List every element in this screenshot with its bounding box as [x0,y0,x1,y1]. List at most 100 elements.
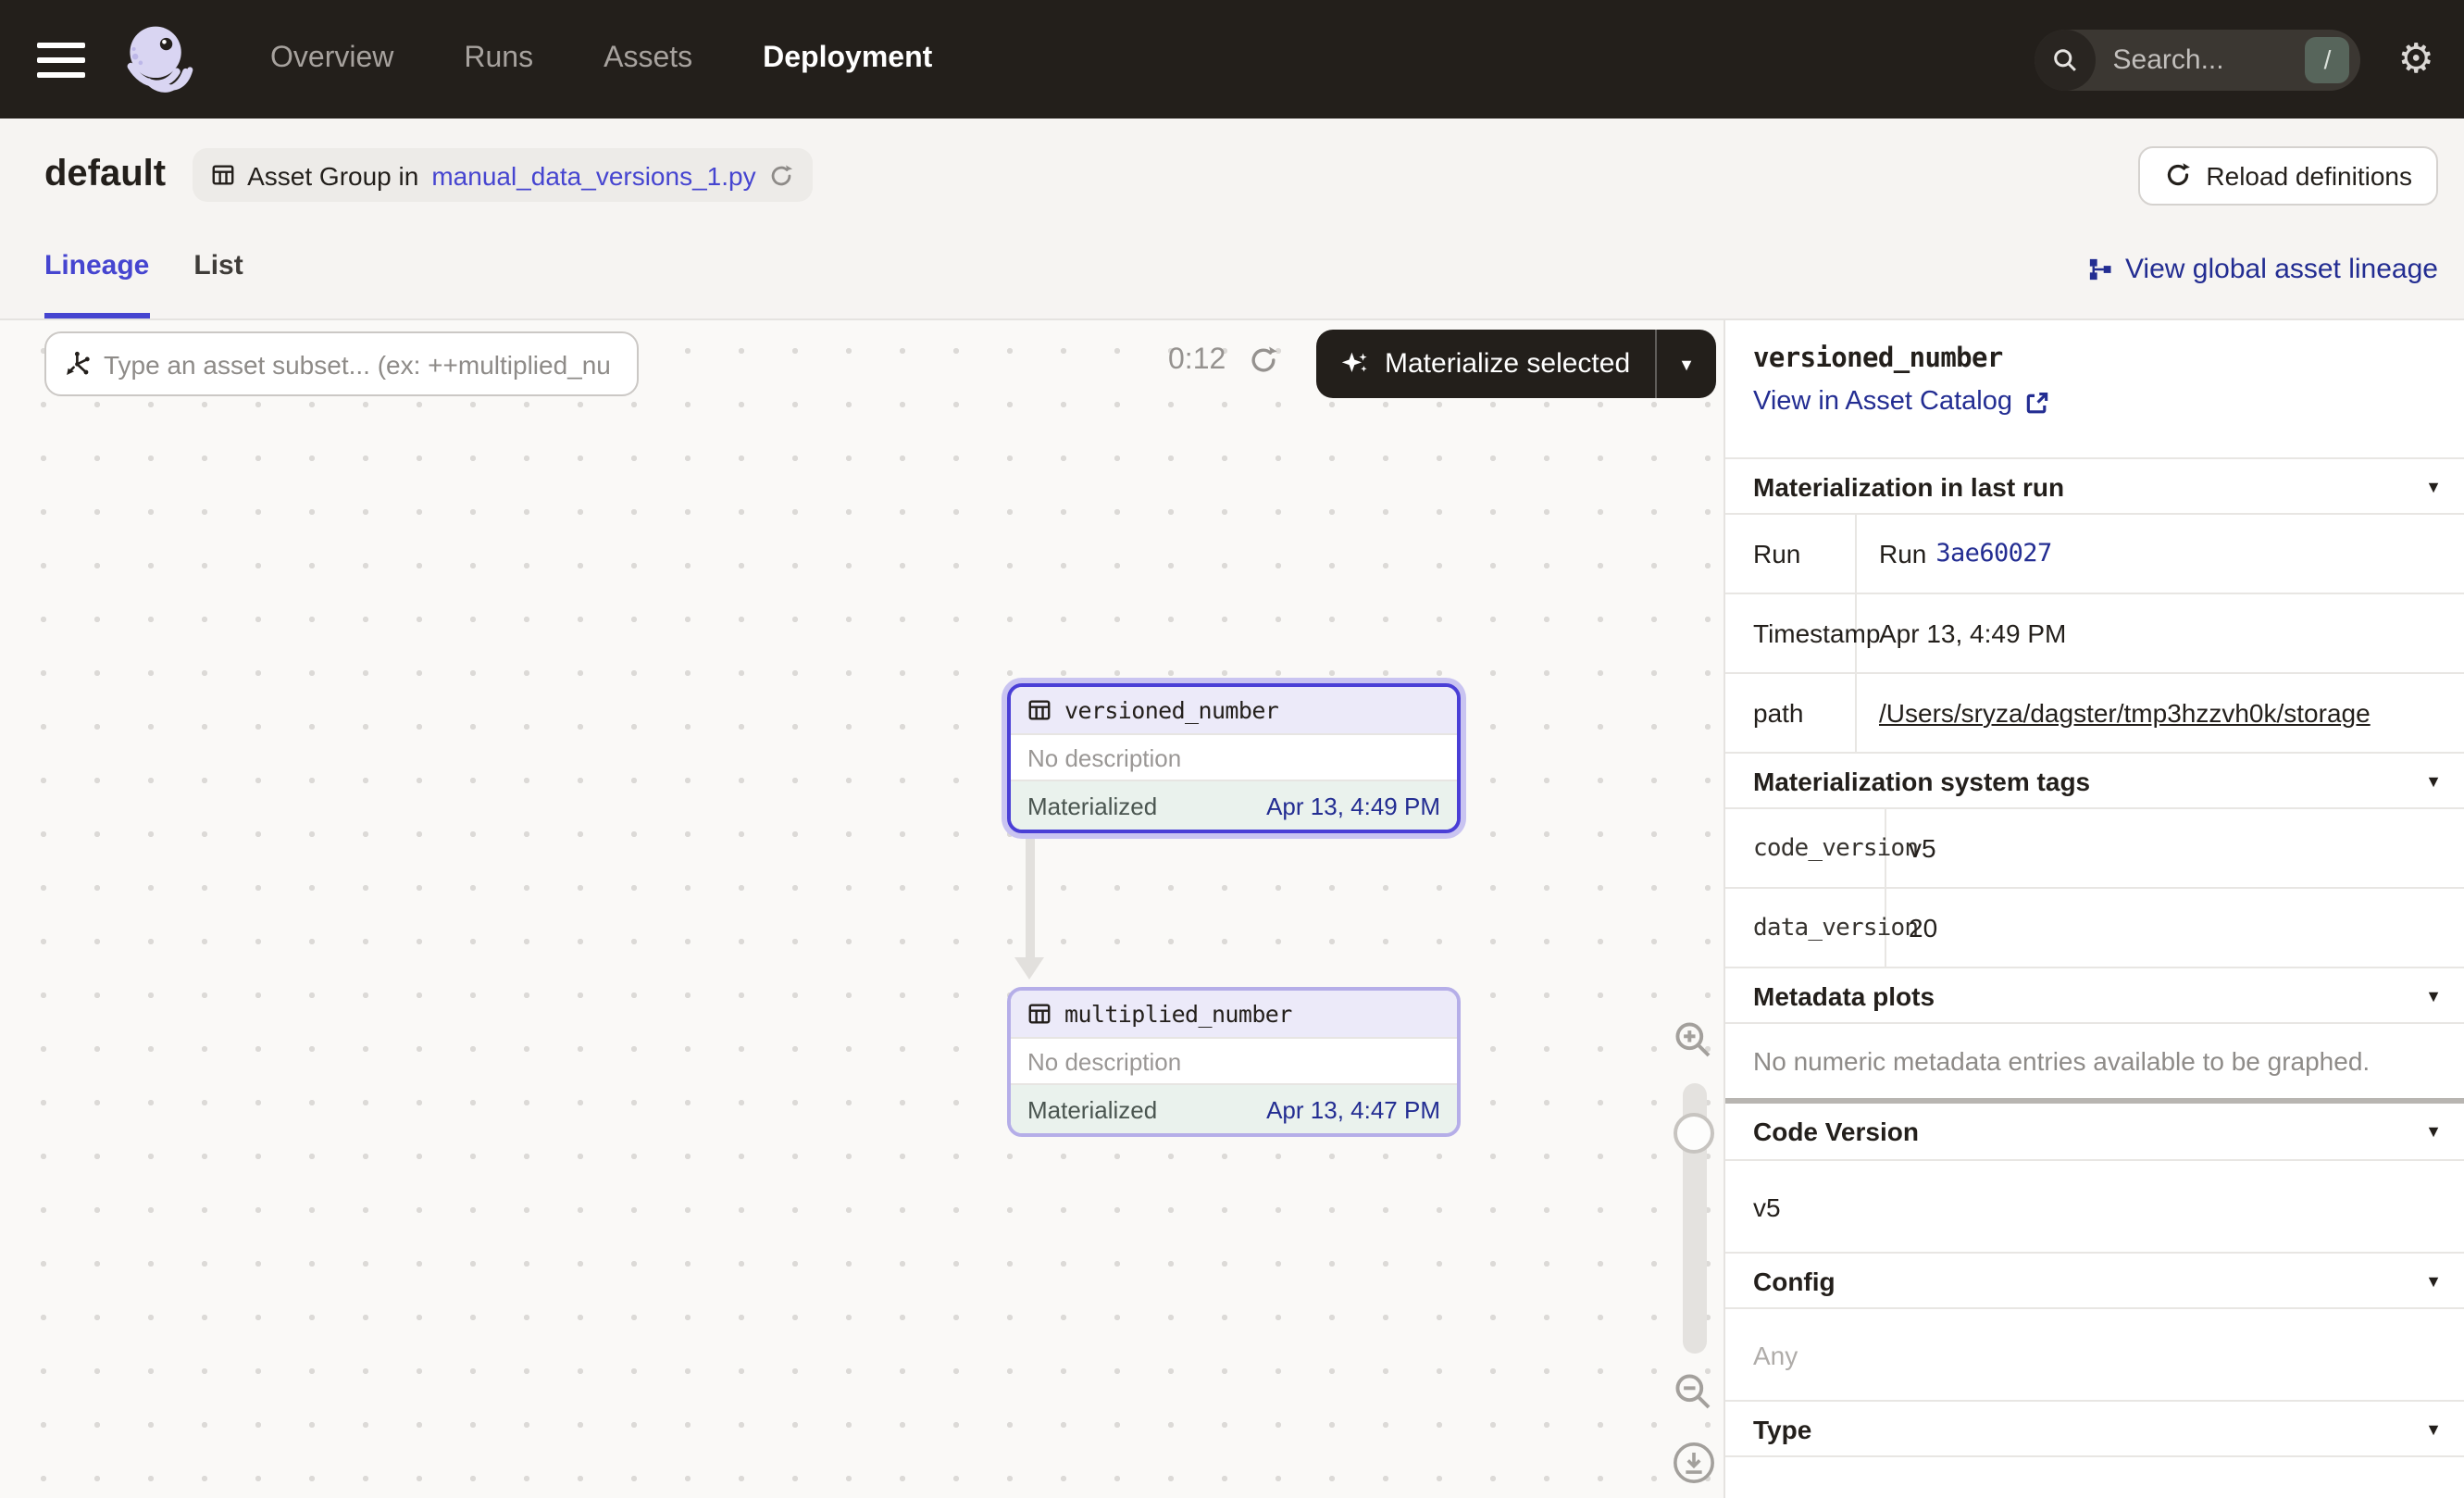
asset-node-multiplied-number[interactable]: multiplied_number No description Materia… [1007,987,1461,1137]
asset-graph-icon [63,350,91,378]
row-key: path [1725,674,1857,752]
code-version-value: v5 [1725,1159,2464,1252]
tab-list[interactable]: List [193,231,243,318]
asset-node-name: multiplied_number [1064,1000,1292,1028]
global-search-input[interactable]: Search... / [2035,29,2361,90]
section-code-version[interactable]: Code Version ▼ [1725,1104,2464,1159]
asset-node-status: Materialized [1027,792,1157,819]
zoom-out-button[interactable] [1672,1370,1714,1413]
asset-subset-text-field[interactable] [104,349,620,379]
asset-subset-input[interactable] [44,331,639,396]
asset-node-description: No description [1011,1037,1457,1085]
asset-node-description: No description [1011,733,1457,781]
row-key: code_version [1725,809,1886,887]
section-heading: Config [1753,1266,1836,1295]
settings-gear-icon[interactable]: ⚙ [2398,39,2434,80]
section-heading: Metadata plots [1753,980,1935,1010]
hamburger-menu-icon[interactable] [37,42,85,77]
section-materialization-system-tags[interactable]: Materialization system tags ▼ [1725,752,2464,807]
page-header: default Asset Group in manual_data_versi… [0,119,2464,320]
lineage-graph-icon [2088,257,2112,281]
materialize-selected-button[interactable]: Materialize selected [1316,348,1654,380]
section-config[interactable]: Config ▼ [1725,1252,2464,1307]
section-heading: Materialization system tags [1753,766,2090,795]
table-row-path: path /Users/sryza/dagster/tmp3hzzvh0k/st… [1725,672,2464,752]
run-id-link[interactable]: 3ae60027 [1935,539,2051,568]
metadata-plots-empty-message: No numeric metadata entries available to… [1725,1022,2464,1098]
sidebar-footer-space [1725,1455,2464,1491]
asset-node-versioned-number[interactable]: versioned_number No description Material… [1002,678,1466,839]
chevron-down-icon: ▼ [2425,771,2442,790]
section-metadata-plots[interactable]: Metadata plots ▼ [1725,967,2464,1022]
section-heading: Type [1753,1414,1811,1443]
view-global-asset-lineage-link[interactable]: View global asset lineage [2088,231,2438,285]
tab-lineage[interactable]: Lineage [44,231,149,318]
row-value: 20 [1886,889,2464,967]
graph-refresh-icon[interactable] [1248,344,1279,376]
view-tabs: Lineage List [44,231,243,318]
search-shortcut-badge: / [2306,36,2350,82]
asset-table-icon [1027,698,1052,722]
chevron-down-icon: ▼ [2425,986,2442,1005]
row-key: Run [1725,515,1857,593]
refresh-icon[interactable] [769,162,795,188]
view-in-asset-catalog-link[interactable]: View in Asset Catalog [1753,387,2436,417]
top-nav-right: Search... / ⚙ [2035,29,2434,90]
main-nav: Overview Runs Assets Deployment [270,43,932,76]
timestamp-value: Apr 13, 4:49 PM [1857,594,2464,672]
nav-item-deployment[interactable]: Deployment [763,43,932,76]
table-row-data-version: data_version 20 [1725,887,2464,967]
external-link-icon [2025,390,2049,414]
config-value: Any [1725,1307,2464,1400]
table-row-run: Run Run 3ae60027 [1725,513,2464,593]
materialize-dropdown-button[interactable]: ▼ [1656,330,1717,398]
chevron-down-icon: ▼ [2425,477,2442,495]
breadcrumb: Asset Group in manual_data_versions_1.py [192,148,813,202]
nav-item-runs[interactable]: Runs [464,43,533,76]
asset-node-name: versioned_number [1064,696,1278,724]
top-nav-bar: Overview Runs Assets Deployment Search..… [0,0,2464,119]
run-prefix: Run [1879,539,1926,568]
nav-item-assets[interactable]: Assets [604,43,692,76]
materialize-selected-label: Materialize selected [1385,348,1630,380]
table-row-timestamp: Timestamp Apr 13, 4:49 PM [1725,593,2464,672]
chevron-down-icon: ▼ [2425,1419,2442,1438]
row-value: v5 [1886,809,2464,887]
zoom-in-button[interactable] [1672,1018,1714,1061]
asset-table-icon [1027,1002,1052,1026]
dagster-logo-icon[interactable] [118,20,196,98]
chevron-down-icon: ▼ [2425,1122,2442,1141]
view-in-asset-catalog-label: View in Asset Catalog [1753,387,2012,417]
chevron-down-icon: ▼ [2425,1271,2442,1290]
dagster-app: Overview Runs Assets Deployment Search..… [0,0,2464,1498]
asset-detail-sidebar: versioned_number View in Asset Catalog M… [1724,320,2464,1498]
view-global-asset-lineage-label: View global asset lineage [2125,254,2438,285]
breadcrumb-file-link[interactable]: manual_data_versions_1.py [431,160,755,190]
section-heading: Materialization in last run [1753,471,2064,501]
asset-group-icon [210,163,234,187]
lineage-edge-arrowhead [1014,957,1044,980]
breadcrumb-prefix: Asset Group in [247,160,418,190]
row-key: data_version [1725,889,1886,967]
asset-node-status: Materialized [1027,1095,1157,1123]
sparkle-icon [1340,349,1370,379]
section-heading: Code Version [1753,1117,1919,1146]
sidebar-asset-title: versioned_number [1753,344,2436,374]
lineage-edge [1026,830,1035,959]
section-materialization-last-run[interactable]: Materialization in last run ▼ [1725,457,2464,513]
reload-definitions-button[interactable]: Reload definitions [2137,145,2438,205]
reload-icon [2163,161,2191,189]
section-type[interactable]: Type ▼ [1725,1400,2464,1455]
path-link[interactable]: /Users/sryza/dagster/tmp3hzzvh0k/storage [1879,698,2371,728]
reload-definitions-label: Reload definitions [2206,160,2412,190]
download-image-button[interactable] [1672,1441,1716,1485]
nav-item-overview[interactable]: Overview [270,43,393,76]
materialize-split-button: Materialize selected ▼ [1316,330,1717,398]
zoom-slider-handle[interactable] [1674,1113,1714,1154]
search-placeholder: Search... [2113,44,2306,75]
asset-lineage-canvas[interactable]: 0:12 Materialize selected ▼ [0,320,1724,1498]
table-row-code-version: code_version v5 [1725,807,2464,887]
refresh-timer: 0:12 [1168,344,1226,378]
asset-node-timestamp-link[interactable]: Apr 13, 4:49 PM [1266,792,1440,819]
asset-node-timestamp-link[interactable]: Apr 13, 4:47 PM [1266,1095,1440,1123]
